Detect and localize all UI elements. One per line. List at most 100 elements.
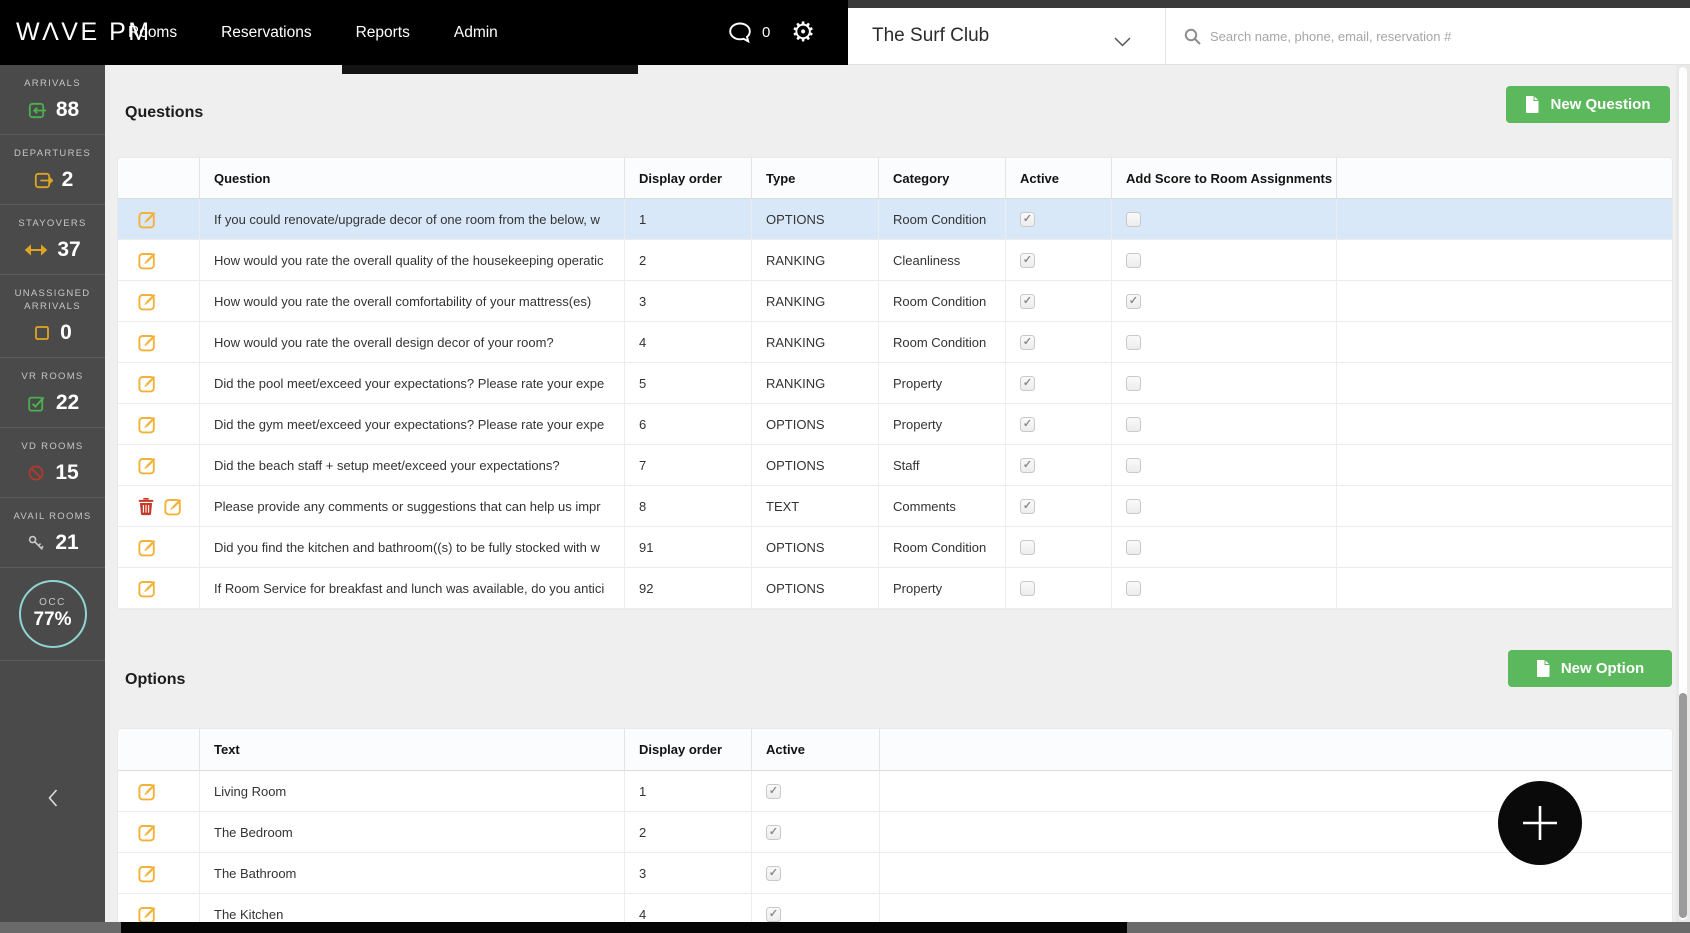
active-checkbox-checked[interactable]: ✓ (1020, 376, 1035, 391)
edit-icon[interactable] (138, 822, 158, 842)
settings-gear-icon[interactable]: ⚙ (791, 0, 815, 65)
sidebar-stat-vd-rooms[interactable]: VD ROOMS15 (0, 428, 105, 498)
question-row: How would you rate the overall design de… (118, 322, 1672, 363)
nav-item-rooms[interactable]: Rooms (128, 24, 177, 42)
column-header-category: Category (879, 158, 1006, 198)
column-header-active: Active (752, 729, 880, 770)
question-text: How would you rate the overall quality o… (200, 240, 625, 280)
add-score-checkbox-unchecked[interactable] (1126, 212, 1141, 227)
sidebar-stat-arrivals[interactable]: ARRIVALS88 (0, 65, 105, 135)
active-checkbox-checked[interactable]: ✓ (1020, 294, 1035, 309)
sidebar-stat-unassigned-arrivals[interactable]: UNASSIGNED ARRIVALS0 (0, 275, 105, 358)
active-checkbox-checked[interactable]: ✓ (1020, 458, 1035, 473)
add-score-checkbox-unchecked[interactable] (1126, 253, 1141, 268)
question-category: Room Condition (879, 281, 1006, 321)
active-checkbox-checked[interactable]: ✓ (1020, 335, 1035, 350)
active-checkbox-checked[interactable]: ✓ (766, 784, 781, 799)
add-score-checkbox-unchecked[interactable] (1126, 458, 1141, 473)
add-score-checkbox-unchecked[interactable] (1126, 499, 1141, 514)
nav-item-reports[interactable]: Reports (356, 24, 410, 42)
edit-icon[interactable] (138, 209, 158, 229)
edit-icon[interactable] (138, 332, 158, 352)
column-header-text: Text (200, 729, 625, 770)
question-row: How would you rate the overall quality o… (118, 240, 1672, 281)
active-checkbox-checked[interactable]: ✓ (766, 825, 781, 840)
column-header-display-order: Display order (625, 158, 752, 198)
question-display-order: 6 (625, 404, 752, 444)
option-display-order: 2 (625, 812, 752, 852)
active-checkbox-checked[interactable]: ✓ (1020, 212, 1035, 227)
property-name: The Surf Club (872, 25, 989, 47)
property-selector[interactable]: The Surf Club (848, 8, 1165, 65)
add-score-checkbox-checked[interactable]: ✓ (1126, 294, 1141, 309)
occupancy-value: 77% (33, 609, 71, 631)
sidebar-collapse-button[interactable] (0, 787, 105, 809)
edit-icon[interactable] (138, 904, 158, 924)
add-fab-button[interactable] (1498, 781, 1582, 865)
option-text: The Bedroom (200, 812, 625, 852)
new-option-button[interactable]: New Option (1508, 650, 1672, 687)
edit-icon[interactable] (138, 291, 158, 311)
active-checkbox-checked[interactable]: ✓ (1020, 253, 1035, 268)
active-checkbox-checked[interactable]: ✓ (766, 866, 781, 881)
questions-section-title: Questions (125, 104, 203, 122)
column-header-question: Question (200, 158, 625, 198)
question-category: Staff (879, 445, 1006, 485)
global-search (1165, 8, 1690, 65)
add-score-checkbox-unchecked[interactable] (1126, 540, 1141, 555)
stat-value: 21 (55, 531, 78, 555)
edit-icon[interactable] (138, 781, 158, 801)
plus-icon (1498, 781, 1582, 865)
add-score-checkbox-unchecked[interactable] (1126, 335, 1141, 350)
horizontal-scrollbar-top[interactable] (342, 65, 638, 74)
column-header-blank-0 (118, 158, 200, 198)
edit-icon[interactable] (138, 414, 158, 434)
add-score-checkbox-unchecked[interactable] (1126, 417, 1141, 432)
question-row: Did the pool meet/exceed your expectatio… (118, 363, 1672, 404)
column-header-display-order: Display order (625, 729, 752, 770)
search-input[interactable] (1208, 28, 1652, 45)
question-text: Did you find the kitchen and bathroom((s… (200, 527, 625, 567)
edit-icon[interactable] (138, 578, 158, 598)
edit-icon[interactable] (138, 373, 158, 393)
option-display-order: 3 (625, 853, 752, 893)
horizontal-scrollbar-thumb[interactable] (121, 922, 1127, 933)
question-category: Property (879, 404, 1006, 444)
new-question-button[interactable]: New Question (1506, 86, 1670, 123)
active-checkbox-checked[interactable]: ✓ (766, 907, 781, 922)
active-checkbox-unchecked[interactable] (1020, 581, 1035, 596)
trash-icon[interactable] (138, 497, 154, 516)
add-score-checkbox-unchecked[interactable] (1126, 581, 1141, 596)
vertical-scrollbar-thumb[interactable] (1679, 693, 1687, 918)
chat-icon[interactable] (727, 21, 753, 44)
question-row: If you could renovate/upgrade decor of o… (118, 199, 1672, 240)
sidebar-stat-avail-rooms[interactable]: AVAIL ROOMS21 (0, 498, 105, 568)
vertical-scrollbar (1676, 65, 1690, 922)
options-section-title: Options (125, 671, 185, 689)
question-type: OPTIONS (752, 527, 879, 567)
sidebar-stat-departures[interactable]: DEPARTURES2 (0, 135, 105, 205)
add-score-checkbox-unchecked[interactable] (1126, 376, 1141, 391)
occupancy-gauge: OCC 77% (0, 568, 105, 661)
edit-icon[interactable] (138, 455, 158, 475)
sidebar-stat-stayovers[interactable]: STAYOVERS37 (0, 205, 105, 275)
search-icon (1184, 28, 1201, 45)
active-checkbox-checked[interactable]: ✓ (1020, 417, 1035, 432)
question-category: Room Condition (879, 322, 1006, 362)
edit-icon[interactable] (138, 537, 158, 557)
question-category: Comments (879, 486, 1006, 526)
nav-item-admin[interactable]: Admin (454, 24, 498, 42)
edit-icon[interactable] (164, 496, 184, 516)
question-text: If you could renovate/upgrade decor of o… (200, 199, 625, 239)
unassigned-icon (33, 324, 51, 342)
edit-icon[interactable] (138, 250, 158, 270)
document-icon (1536, 660, 1550, 677)
active-checkbox-unchecked[interactable] (1020, 540, 1035, 555)
active-checkbox-checked[interactable]: ✓ (1020, 499, 1035, 514)
question-text: If Room Service for breakfast and lunch … (200, 568, 625, 608)
nav-item-reservations[interactable]: Reservations (221, 24, 311, 42)
question-display-order: 91 (625, 527, 752, 567)
sidebar-stat-vr-rooms[interactable]: VR ROOMS22 (0, 358, 105, 428)
edit-icon[interactable] (138, 863, 158, 883)
column-header-blank-7 (1337, 158, 1672, 198)
